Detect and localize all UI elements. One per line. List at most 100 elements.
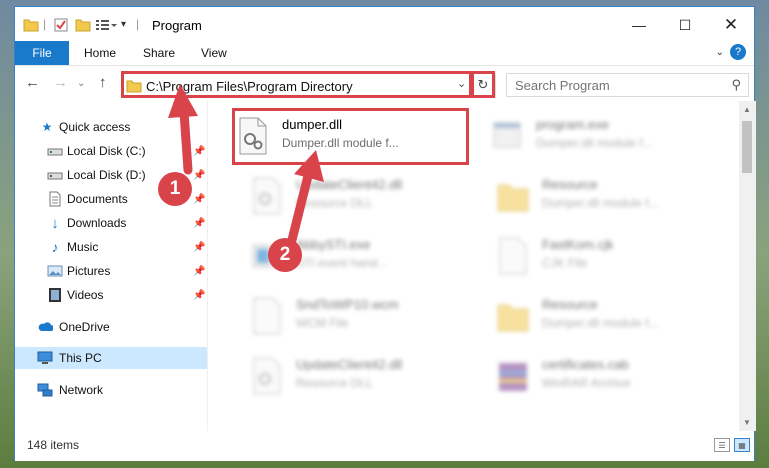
scroll-thumb[interactable]: [742, 121, 752, 173]
sidebar-item-quick-access[interactable]: ★ Quick access: [15, 116, 207, 138]
close-button[interactable]: ✕: [709, 13, 753, 37]
file-name: Resource: [542, 297, 598, 312]
music-icon: ♪: [51, 239, 59, 255]
file-item[interactable]: FastKom.cjk CJK File: [496, 231, 736, 281]
window-title: Program: [152, 18, 202, 33]
file-name: Resource: [542, 177, 598, 192]
file-item[interactable]: UpdateClient42.dll Resource DLL: [250, 171, 490, 221]
ribbon-tabs: File Home Share View ⌄ ?: [15, 41, 754, 65]
sidebar-item-label: Music: [67, 240, 99, 254]
sidebar-item-label: This PC: [59, 351, 102, 365]
file-name: AbbySTI.exe: [296, 237, 371, 252]
address-row: ← → ⌄ ↑ C:\Program Files\Program Directo…: [15, 65, 754, 101]
file-name: certificates.cab: [542, 357, 629, 372]
pin-icon: 📌: [193, 145, 206, 157]
file-description: CJK File: [542, 256, 588, 270]
sidebar-item-label: Local Disk (C:): [67, 144, 146, 158]
sidebar-item-network[interactable]: Network: [15, 379, 207, 401]
file-item[interactable]: certificates.cab WinRAR Archive: [496, 351, 736, 401]
folder-icon: [23, 19, 39, 32]
pane-divider: [207, 101, 208, 431]
sidebar-item-label: Network: [59, 383, 104, 397]
properties-icon[interactable]: [53, 17, 69, 33]
pin-icon: 📌: [193, 193, 206, 205]
search-icon[interactable]: ⚲: [731, 77, 741, 93]
document-icon: [49, 191, 61, 207]
computer-icon: [37, 351, 53, 364]
file-name: FastKom.cjk: [542, 237, 614, 252]
expand-ribbon-icon[interactable]: ⌄: [716, 47, 724, 58]
recent-locations-icon[interactable]: ⌄: [77, 78, 85, 89]
file-description: Resource DLL: [296, 196, 373, 210]
file-item[interactable]: SndToWP10.wcm WCM File: [250, 291, 490, 341]
step-2-badge: 2: [268, 238, 302, 272]
sidebar-item-downloads[interactable]: ↓ Downloads 📌: [15, 212, 207, 234]
sidebar-item-local-disk-c[interactable]: Local Disk (C:) 📌: [15, 140, 207, 162]
pin-icon: 📌: [193, 241, 206, 253]
file-name: UpdateClient42.dll: [296, 177, 403, 192]
up-icon[interactable]: ↑: [99, 74, 107, 91]
download-icon: ↓: [51, 214, 59, 232]
file-description: WinRAR Archive: [542, 376, 631, 390]
dll-file-icon: [253, 177, 281, 215]
customize-qa-icon[interactable]: [95, 17, 117, 33]
scroll-down-icon[interactable]: ▼: [743, 418, 751, 427]
file-description: Dumper.dll module f...: [536, 136, 653, 150]
file-item[interactable]: UpdateClient42.dll Resource DLL: [250, 351, 490, 401]
file-item[interactable]: program.exe Dumper.dll module f...: [490, 111, 730, 161]
file-item[interactable]: Resource Dumper.dll module f...: [496, 291, 736, 341]
search-box[interactable]: ⚲: [506, 73, 749, 97]
address-highlight: [121, 71, 472, 98]
scroll-up-icon[interactable]: ▲: [743, 105, 751, 114]
tab-share[interactable]: Share: [143, 41, 175, 65]
generic-file-icon: [253, 297, 281, 335]
file-highlight: [232, 108, 469, 165]
large-icons-view-icon[interactable]: ▦: [734, 438, 750, 452]
minimize-button[interactable]: —: [617, 13, 661, 37]
sidebar-item-label: Downloads: [67, 216, 127, 230]
help-icon[interactable]: ?: [730, 44, 746, 60]
sidebar-item-label: Documents: [67, 192, 128, 206]
sidebar-item-this-pc[interactable]: This PC: [15, 347, 207, 369]
title-bar: | ▾ | Program — ☐ ✕: [15, 7, 754, 41]
pin-icon: 📌: [193, 289, 206, 301]
drive-icon: [47, 172, 63, 180]
qa-dropdown-icon[interactable]: ▾: [121, 19, 126, 30]
tab-home[interactable]: Home: [84, 41, 116, 65]
maximize-button[interactable]: ☐: [663, 13, 707, 37]
forward-icon[interactable]: →: [53, 74, 68, 91]
file-item[interactable]: Resource Dumper.dll module f...: [496, 171, 736, 221]
refresh-button[interactable]: ↻: [471, 71, 495, 98]
explorer-window: | ▾ | Program — ☐ ✕ File Home Share View…: [14, 6, 756, 461]
search-input[interactable]: [515, 77, 715, 93]
separator: |: [43, 17, 47, 31]
separator: |: [136, 17, 140, 31]
video-icon: [49, 288, 61, 302]
sidebar-item-label: OneDrive: [59, 320, 110, 334]
dll-file-icon: [253, 357, 281, 395]
sidebar-item-label: Pictures: [67, 264, 111, 278]
tab-view[interactable]: View: [201, 41, 227, 65]
sidebar-item-pictures[interactable]: Pictures 📌: [15, 260, 207, 282]
file-name: SndToWP10.wcm: [296, 297, 399, 312]
exe-file-icon: [493, 122, 521, 148]
item-count: 148 items: [27, 438, 80, 452]
sidebar-item-label: Videos: [67, 288, 104, 302]
new-folder-icon[interactable]: [75, 17, 91, 33]
star-icon: ★: [41, 120, 53, 134]
sidebar-item-videos[interactable]: Videos 📌: [15, 284, 207, 306]
file-name: UpdateClient42.dll: [296, 357, 403, 372]
pin-icon: 📌: [193, 169, 206, 181]
file-description: Dumper.dll module f...: [542, 196, 659, 210]
file-description: Dumper.dll module f...: [542, 316, 659, 330]
tab-file[interactable]: File: [15, 41, 69, 65]
sidebar-item-label: Local Disk (D:): [67, 168, 146, 182]
vertical-scrollbar[interactable]: ▲ ▼: [739, 101, 756, 431]
sidebar-item-music[interactable]: ♪ Music 📌: [15, 236, 207, 258]
file-description: WCM File: [296, 316, 349, 330]
file-name: program.exe: [536, 117, 609, 132]
sidebar-item-onedrive[interactable]: OneDrive: [15, 316, 207, 338]
details-view-icon[interactable]: ☰: [714, 438, 730, 452]
back-icon[interactable]: ←: [25, 74, 40, 91]
folder-icon: [497, 184, 529, 212]
